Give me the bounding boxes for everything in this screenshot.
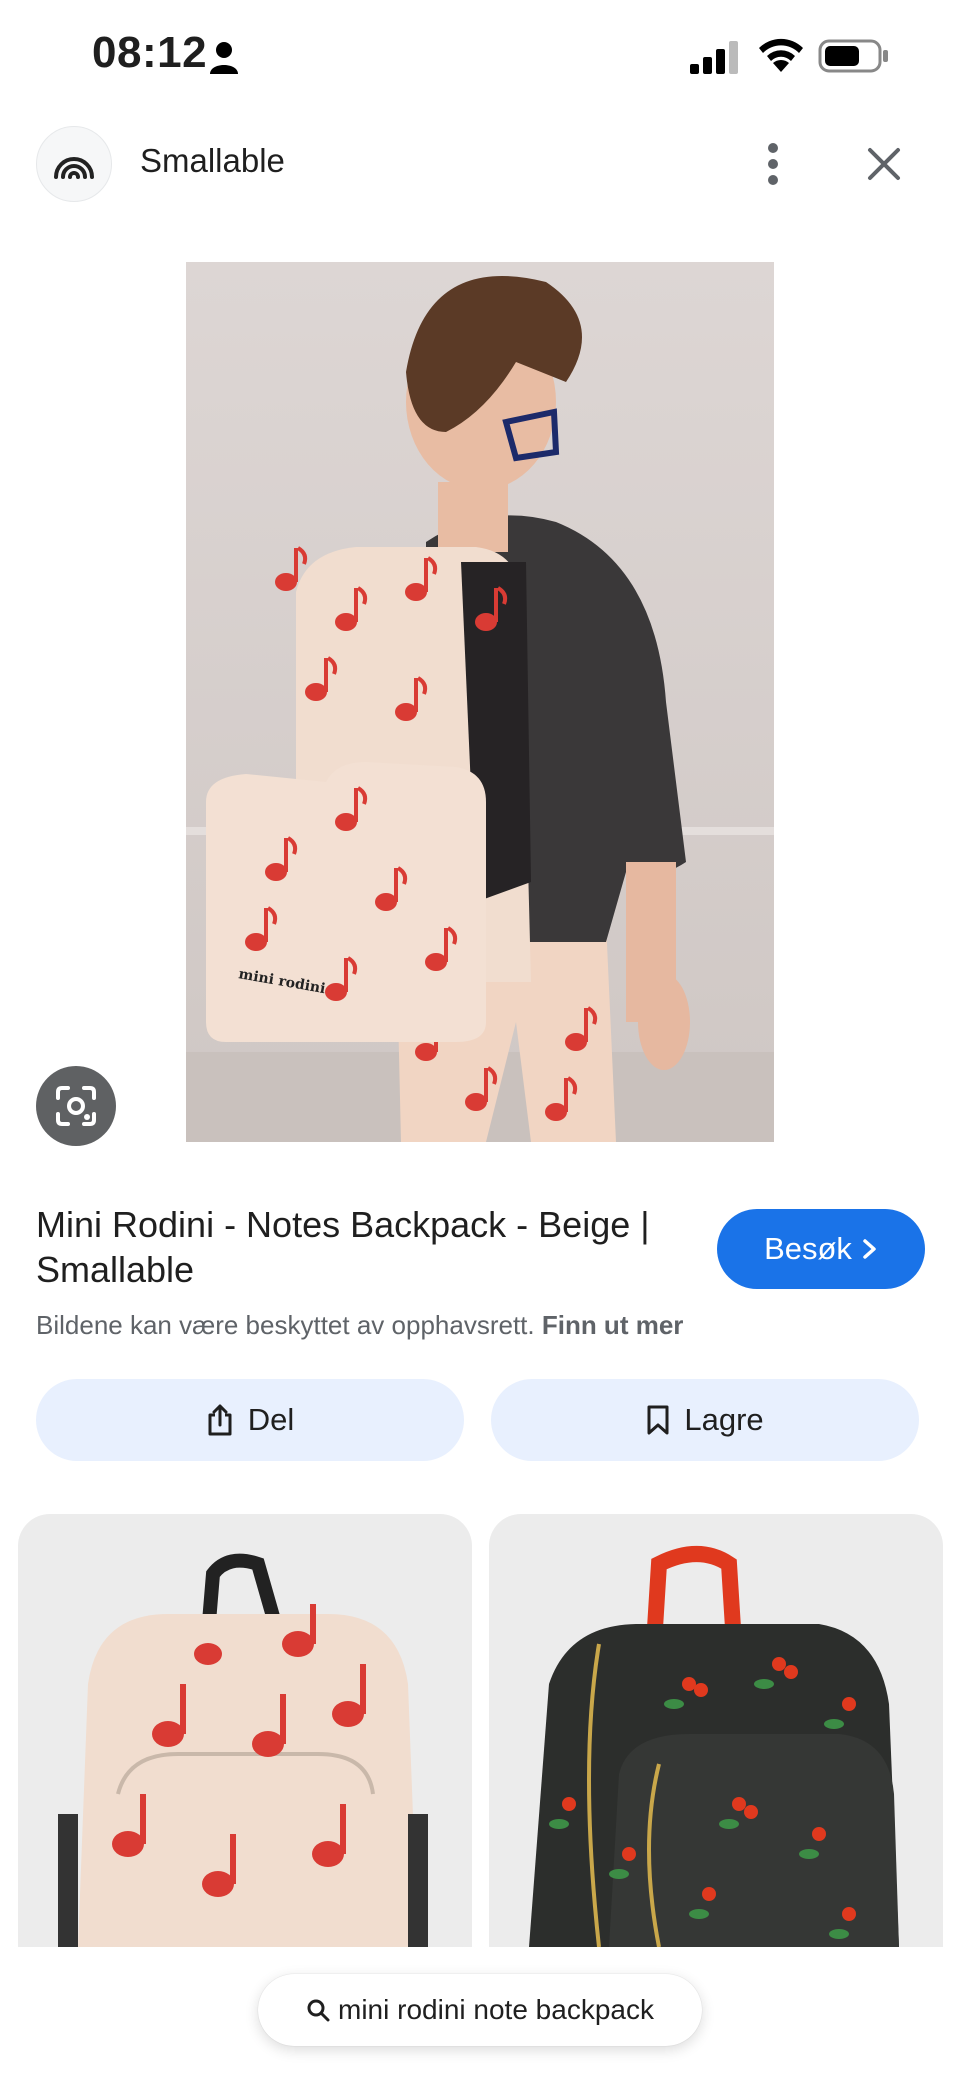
- related-image-tile[interactable]: [18, 1514, 472, 1947]
- bookmark-icon: [647, 1405, 669, 1435]
- main-product-image[interactable]: mini rodini: [186, 262, 774, 1142]
- share-button-label: Del: [247, 1402, 295, 1437]
- signal-icon: [690, 41, 738, 74]
- site-logo[interactable]: [36, 126, 112, 202]
- wifi-icon: [759, 38, 803, 72]
- beige-notes-backpack-image: [58, 1553, 428, 1947]
- search-query-chip[interactable]: mini rodini note backpack: [258, 1974, 702, 2046]
- learn-more-link[interactable]: Finn ut mer: [542, 1310, 684, 1340]
- visit-button-label: Besøk: [764, 1231, 852, 1266]
- site-name[interactable]: Smallable: [140, 142, 285, 180]
- lens-icon: [56, 1086, 96, 1126]
- lens-search-button[interactable]: [36, 1066, 116, 1146]
- share-icon: [208, 1404, 232, 1436]
- person-icon: [210, 42, 238, 74]
- rainbow-logo-icon: [54, 157, 94, 179]
- chevron-right-icon: [863, 1239, 876, 1259]
- more-options-button[interactable]: [748, 134, 798, 194]
- related-image-tile[interactable]: [489, 1514, 943, 1947]
- copyright-notice: Bildene kan være beskyttet av opphavsret…: [36, 1310, 683, 1341]
- save-button-label: Lagre: [684, 1402, 764, 1437]
- visit-button[interactable]: Besøk: [717, 1209, 925, 1289]
- save-button[interactable]: Lagre: [491, 1379, 919, 1461]
- more-vertical-icon: [768, 143, 778, 185]
- result-title[interactable]: Mini Rodini - Notes Backpack - Beige | S…: [36, 1202, 696, 1292]
- boy-with-backpack-photo: mini rodini: [186, 262, 774, 1142]
- battery-icon: [818, 39, 888, 73]
- copyright-text: Bildene kan være beskyttet av opphavsret…: [36, 1310, 535, 1340]
- status-time: 08:12: [92, 28, 208, 77]
- search-icon: [307, 1999, 330, 2022]
- close-button[interactable]: [856, 136, 912, 192]
- close-icon: [868, 148, 900, 180]
- black-floral-backpack-image: [529, 1546, 899, 1947]
- share-button[interactable]: Del: [36, 1379, 464, 1461]
- search-query-text: mini rodini note backpack: [338, 1994, 654, 2025]
